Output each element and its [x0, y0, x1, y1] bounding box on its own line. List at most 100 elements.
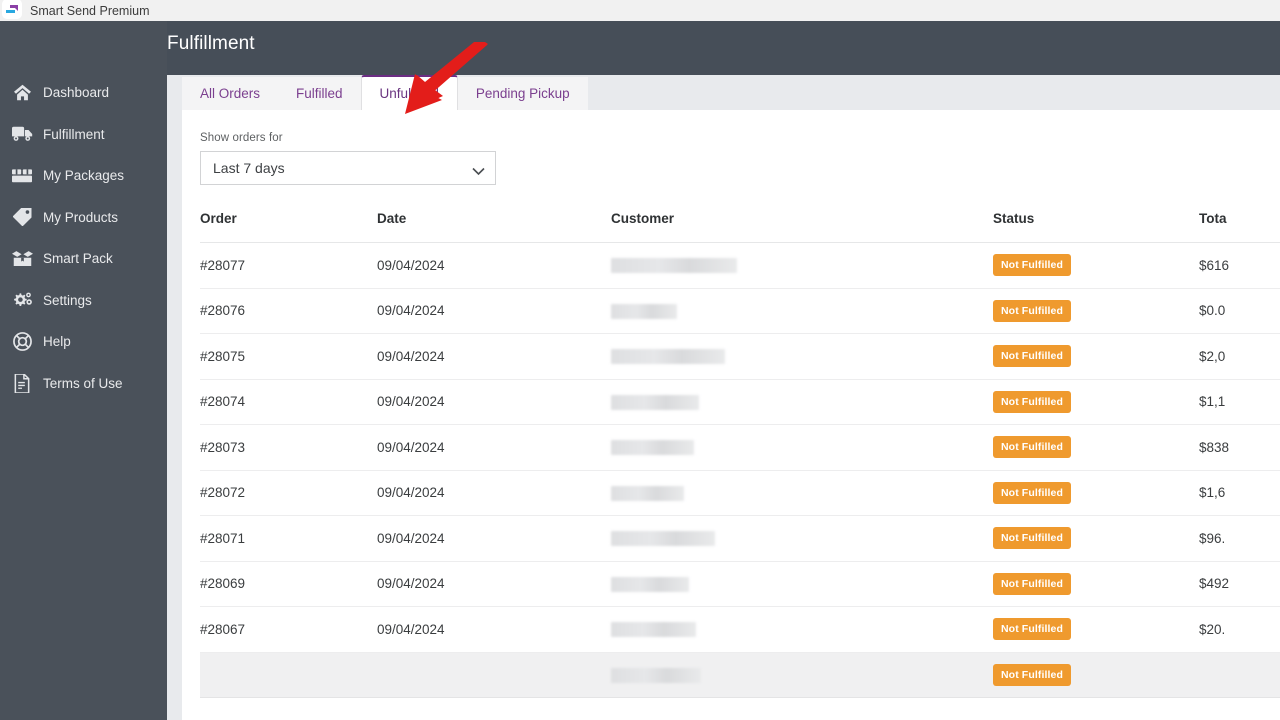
tab-unfulfilled[interactable]: Unfulfilled	[360, 75, 458, 110]
redacted-customer-name	[611, 576, 689, 592]
status-badge[interactable]: Not Fulfilled	[993, 663, 1071, 686]
sidebar: Dashboard Fulfillment My Packages My Pro…	[0, 21, 167, 720]
cell-status: Not Fulfilled	[993, 424, 1199, 471]
sidebar-item-label: Terms of Use	[43, 375, 123, 391]
table-row[interactable]: #28077 09/04/2024 Not Fulfilled $616	[200, 242, 1280, 289]
orders-table: Order Date Customer Status Tota #28077 09…	[200, 211, 1280, 698]
sidebar-item-smart-pack[interactable]: Smart Pack	[0, 238, 167, 280]
cell-total: $838	[1199, 424, 1280, 471]
cell-status: Not Fulfilled	[993, 606, 1199, 653]
redacted-customer-name	[611, 440, 694, 456]
redacted-customer-name	[611, 622, 696, 638]
cell-total: $0.0	[1199, 288, 1280, 334]
cell-order: #28067	[200, 606, 377, 653]
cell-status: Not Fulfilled	[993, 652, 1199, 698]
sidebar-item-label: My Products	[43, 209, 119, 225]
table-row[interactable]: #28069 09/04/2024 Not Fulfilled $492	[200, 561, 1280, 607]
redacted-customer-name	[611, 258, 737, 274]
date-range-select[interactable]: Last 7 days	[200, 151, 496, 185]
cell-customer	[611, 470, 993, 516]
table-row[interactable]: #28072 09/04/2024 Not Fulfilled $1,6	[200, 470, 1280, 516]
sidebar-item-label: Settings	[43, 292, 92, 308]
sidebar-item-label: Dashboard	[43, 85, 110, 100]
cell-date	[377, 652, 611, 698]
tag-icon	[9, 206, 35, 228]
column-header-order[interactable]: Order	[200, 211, 377, 243]
browser-topbar: Smart Send Premium	[0, 0, 1280, 21]
cell-date: 09/04/2024	[377, 515, 611, 562]
table-row[interactable]: Not Fulfilled	[200, 652, 1280, 698]
cell-status: Not Fulfilled	[993, 379, 1199, 425]
cell-customer	[611, 652, 993, 698]
cell-date: 09/04/2024	[377, 242, 611, 289]
cell-date: 09/04/2024	[377, 606, 611, 653]
cell-order: #28069	[200, 561, 377, 607]
document-icon	[9, 372, 35, 394]
table-row[interactable]: #28075 09/04/2024 Not Fulfilled $2,0	[200, 333, 1280, 380]
status-badge[interactable]: Not Fulfilled	[993, 390, 1071, 413]
cell-order: #28071	[200, 515, 377, 562]
status-badge[interactable]: Not Fulfilled	[993, 436, 1071, 459]
status-badge[interactable]: Not Fulfilled	[993, 618, 1071, 641]
cell-order: #28074	[200, 379, 377, 425]
column-header-customer[interactable]: Customer	[611, 211, 993, 243]
table-row[interactable]: #28074 09/04/2024 Not Fulfilled $1,1	[200, 379, 1280, 425]
cell-date: 09/04/2024	[377, 333, 611, 380]
cell-status: Not Fulfilled	[993, 515, 1199, 562]
status-badge[interactable]: Not Fulfilled	[993, 572, 1071, 595]
sidebar-item-help[interactable]: Help	[0, 321, 167, 363]
status-badge[interactable]: Not Fulfilled	[993, 299, 1071, 322]
tab-pending-pickup[interactable]: Pending Pickup	[457, 77, 588, 110]
orders-panel: Show orders for Last 7 days Order Date C…	[182, 110, 1280, 720]
column-header-status[interactable]: Status	[993, 211, 1199, 243]
column-header-date[interactable]: Date	[377, 211, 611, 243]
sidebar-item-fulfillment[interactable]: Fulfillment	[0, 114, 167, 156]
redacted-customer-name	[611, 667, 701, 683]
status-badge[interactable]: Not Fulfilled	[993, 345, 1071, 368]
table-row[interactable]: #28076 09/04/2024 Not Fulfilled $0.0	[200, 288, 1280, 334]
sidebar-item-label: Fulfillment	[43, 126, 105, 142]
gears-icon	[9, 289, 35, 311]
cell-total	[1199, 652, 1280, 698]
cell-total: $96.	[1199, 515, 1280, 562]
table-row[interactable]: #28071 09/04/2024 Not Fulfilled $96.	[200, 515, 1280, 562]
cell-total: $2,0	[1199, 333, 1280, 380]
orders-card: All Orders Fulfilled Unfulfilled Pending…	[182, 75, 1280, 720]
redacted-customer-name	[611, 394, 699, 410]
cell-customer	[611, 242, 993, 289]
cell-total: $20.	[1199, 606, 1280, 653]
sidebar-item-settings[interactable]: Settings	[0, 280, 167, 322]
smart-send-logo-icon	[1, 0, 23, 21]
cell-customer	[611, 424, 993, 471]
table-head: Order Date Customer Status Tota	[200, 211, 1280, 243]
boxes-icon	[9, 165, 35, 187]
sidebar-item-my-packages[interactable]: My Packages	[0, 155, 167, 197]
cell-customer	[611, 561, 993, 607]
sidebar-item-dashboard[interactable]: Dashboard	[0, 72, 167, 114]
date-range-filter[interactable]: Last 7 days	[200, 151, 496, 185]
sidebar-item-label: Help	[43, 334, 71, 349]
content-area: All Orders Fulfilled Unfulfilled Pending…	[167, 75, 1280, 720]
status-badge[interactable]: Not Fulfilled	[993, 527, 1071, 550]
tab-fulfilled[interactable]: Fulfilled	[278, 77, 361, 110]
cell-order: #28073	[200, 424, 377, 471]
status-badge[interactable]: Not Fulfilled	[993, 254, 1071, 277]
redacted-customer-name	[611, 485, 684, 501]
status-badge[interactable]: Not Fulfilled	[993, 481, 1071, 504]
cell-customer	[611, 379, 993, 425]
column-header-total[interactable]: Tota	[1199, 211, 1280, 243]
table-row[interactable]: #28067 09/04/2024 Not Fulfilled $20.	[200, 606, 1280, 653]
cell-order: #28072	[200, 470, 377, 516]
table-row[interactable]: #28073 09/04/2024 Not Fulfilled $838	[200, 424, 1280, 471]
tab-all-orders[interactable]: All Orders	[182, 77, 279, 110]
cell-order: #28076	[200, 288, 377, 334]
cell-date: 09/04/2024	[377, 470, 611, 516]
page-title: Fulfillment	[167, 33, 255, 54]
redacted-customer-name	[611, 303, 677, 319]
page-header: Fulfillment	[167, 21, 1280, 75]
sidebar-item-my-products[interactable]: My Products	[0, 197, 167, 239]
tab-label: All Orders	[200, 86, 261, 101]
sidebar-item-terms-of-use[interactable]: Terms of Use	[0, 363, 167, 405]
truck-icon	[9, 123, 35, 145]
cell-status: Not Fulfilled	[993, 333, 1199, 380]
